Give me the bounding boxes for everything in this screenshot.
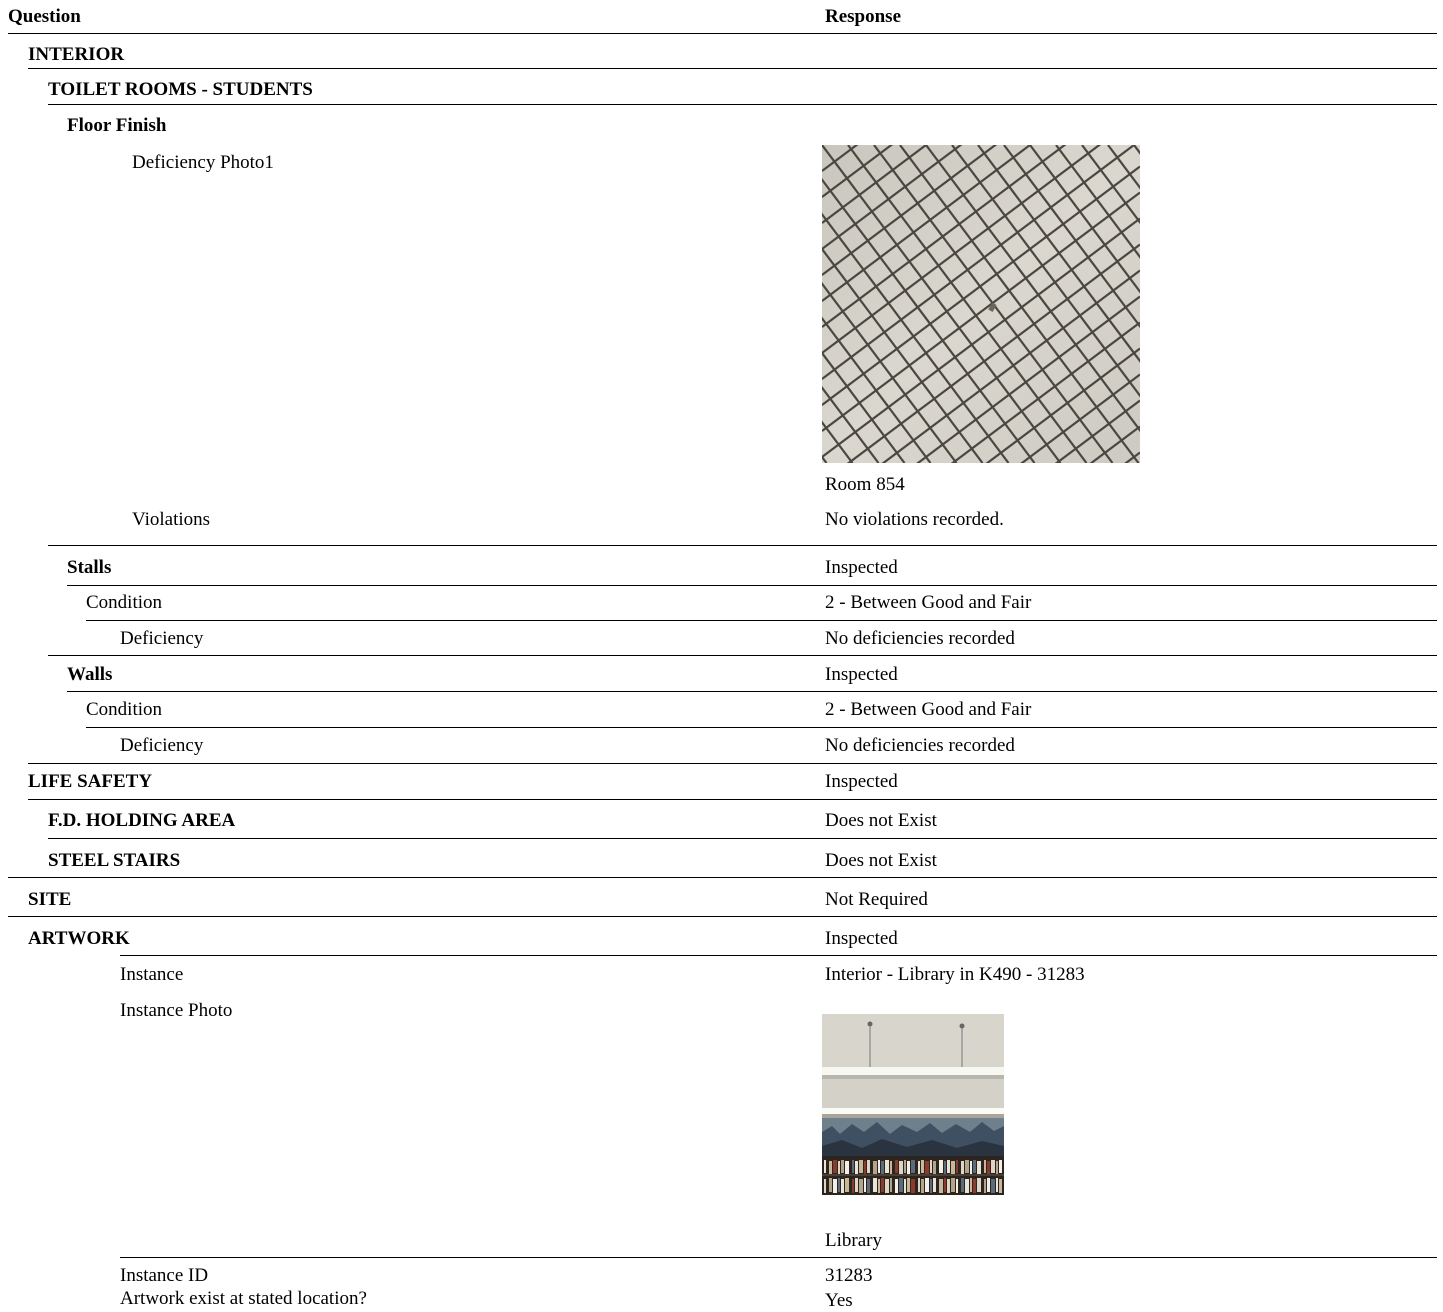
walls-value: Inspected <box>825 664 898 685</box>
stalls-deficiency-value: No deficiencies recorded <box>825 628 1015 649</box>
divider <box>86 620 1437 621</box>
response-column-header: Response <box>825 6 902 27</box>
divider <box>8 877 1437 878</box>
steel-stairs-value: Does not Exist <box>825 850 937 871</box>
divider <box>67 691 1437 692</box>
subsection-steel-stairs: STEEL STAIRS <box>48 850 181 871</box>
divider <box>120 1257 1437 1258</box>
divider <box>28 763 1437 764</box>
walls-deficiency-label: Deficiency <box>120 735 204 756</box>
walls-condition-value: 2 - Between Good and Fair <box>825 699 1032 720</box>
item-walls: Walls <box>67 664 113 685</box>
instance-photo-label: Instance Photo <box>120 1000 233 1021</box>
instance-photo <box>822 1014 1004 1195</box>
instance-id-value: 31283 <box>825 1265 873 1286</box>
fd-holding-area-value: Does not Exist <box>825 810 937 831</box>
item-floor-finish: Floor Finish <box>67 115 167 136</box>
instance-photo-caption: Library <box>825 1230 882 1251</box>
section-site: SITE <box>28 889 72 910</box>
divider <box>48 655 1437 656</box>
life-safety-value: Inspected <box>825 771 898 792</box>
deficiency-photo <box>822 145 1140 463</box>
divider <box>48 104 1437 105</box>
violations-label: Violations <box>132 509 211 530</box>
divider <box>28 799 1437 800</box>
instance-label: Instance <box>120 964 184 985</box>
divider <box>67 585 1437 586</box>
instance-value: Interior - Library in K490 - 31283 <box>825 964 1085 985</box>
stalls-deficiency-label: Deficiency <box>120 628 204 649</box>
divider <box>86 727 1437 728</box>
site-value: Not Required <box>825 889 928 910</box>
divider <box>120 955 1437 956</box>
artwork-exist-label: Artwork exist at stated location? <box>120 1288 367 1309</box>
stalls-condition-value: 2 - Between Good and Fair <box>825 592 1032 613</box>
question-column-header: Question <box>8 6 81 27</box>
section-artwork: ARTWORK <box>28 928 130 949</box>
artwork-exist-value: Yes <box>825 1290 853 1311</box>
subsection-fd-holding-area: F.D. HOLDING AREA <box>48 810 236 831</box>
divider <box>48 838 1437 839</box>
section-life-safety: LIFE SAFETY <box>28 771 153 792</box>
stalls-condition-label: Condition <box>86 592 163 613</box>
walls-condition-label: Condition <box>86 699 163 720</box>
violations-value: No violations recorded. <box>825 509 1004 530</box>
deficiency-photo-label: Deficiency Photo1 <box>132 152 274 173</box>
divider <box>8 916 1437 917</box>
subsection-toilet-rooms: TOILET ROOMS - STUDENTS <box>48 79 313 100</box>
stalls-value: Inspected <box>825 557 898 578</box>
deficiency-photo-caption: Room 854 <box>825 474 905 495</box>
instance-id-label: Instance ID <box>120 1265 209 1286</box>
divider <box>28 68 1437 69</box>
divider <box>8 33 1437 34</box>
walls-deficiency-value: No deficiencies recorded <box>825 735 1015 756</box>
item-stalls: Stalls <box>67 557 112 578</box>
artwork-value: Inspected <box>825 928 898 949</box>
divider <box>48 545 1437 546</box>
section-interior: INTERIOR <box>28 44 125 65</box>
